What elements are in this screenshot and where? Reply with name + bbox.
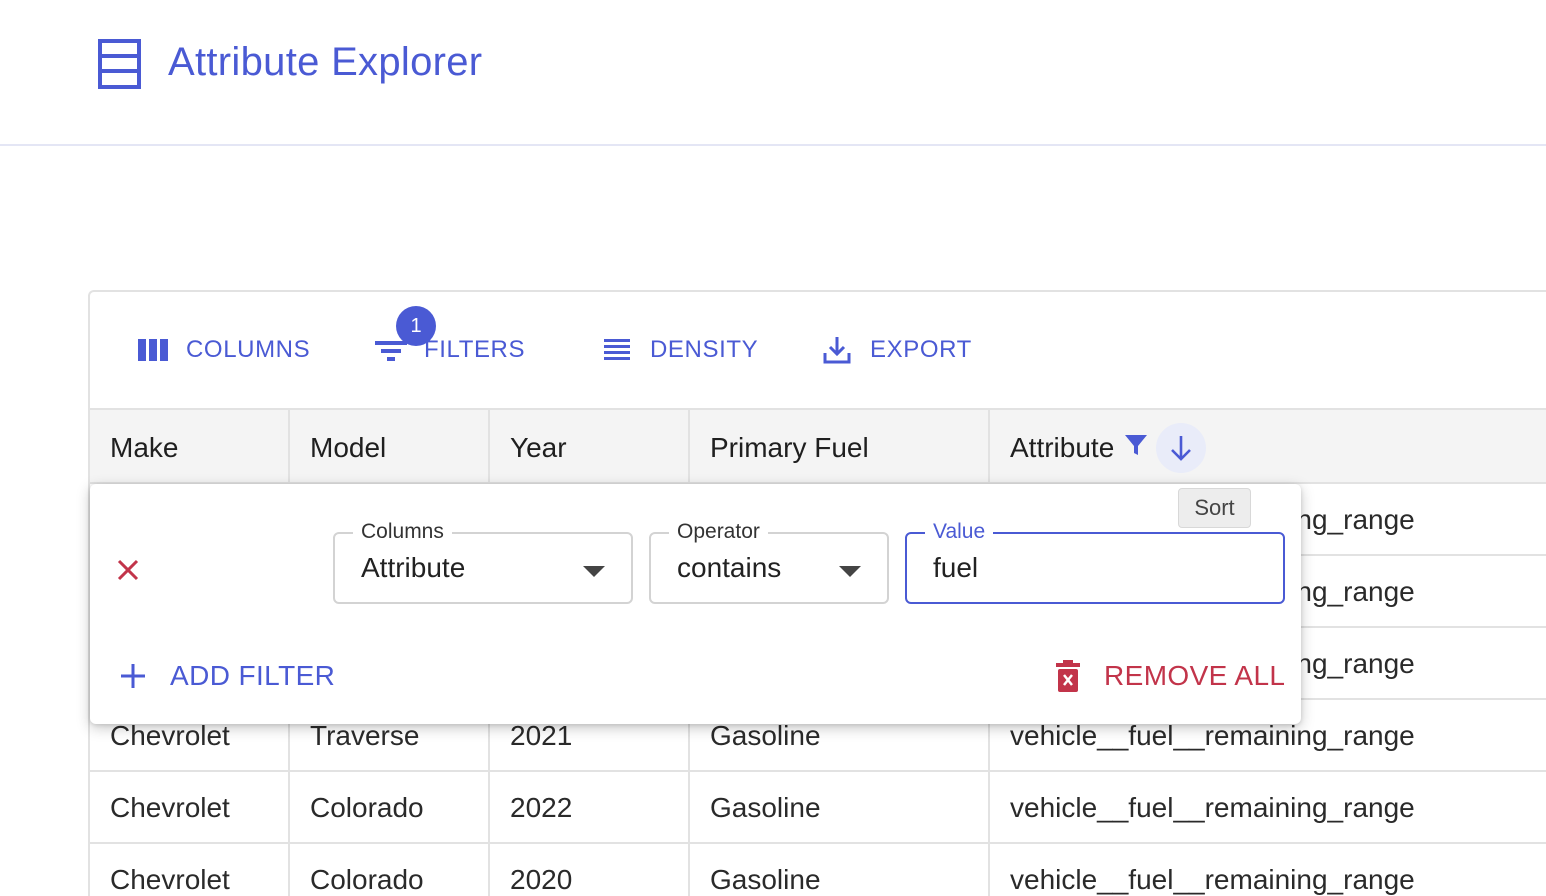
table-row[interactable]: Chevrolet Colorado 2020 Gasoline vehicle… bbox=[90, 844, 1546, 896]
columns-button[interactable]: COLUMNS bbox=[136, 332, 310, 368]
download-icon bbox=[820, 335, 854, 365]
column-header-attribute[interactable]: Attribute bbox=[990, 410, 1546, 486]
column-header-row: Make Model Year Primary Fuel Attribute bbox=[90, 408, 1546, 486]
cell-year: 2020 bbox=[490, 844, 690, 896]
columns-label: COLUMNS bbox=[186, 336, 311, 363]
value-input[interactable]: Value fuel bbox=[905, 518, 1285, 604]
cell-primary-fuel: Gasoline bbox=[690, 844, 990, 896]
columns-select-value: Attribute bbox=[361, 552, 466, 583]
filter-panel: Columns Attribute Operator contains Valu… bbox=[90, 484, 1301, 724]
column-header-label: Make bbox=[110, 432, 179, 463]
add-filter-button[interactable]: ADD FILTER bbox=[120, 658, 335, 694]
value-input-label: Value bbox=[925, 518, 994, 546]
cell-model: Colorado bbox=[290, 844, 490, 896]
operator-select-label: Operator bbox=[669, 518, 768, 546]
column-header-icons bbox=[1124, 423, 1207, 473]
filters-label: FILTERS bbox=[424, 336, 526, 363]
column-header-label: Year bbox=[510, 432, 567, 463]
filter-active-icon[interactable] bbox=[1124, 432, 1148, 464]
column-header-primary-fuel[interactable]: Primary Fuel bbox=[690, 410, 990, 486]
cell-make: Chevrolet bbox=[90, 844, 290, 896]
sort-button[interactable] bbox=[1156, 423, 1207, 473]
columns-icon bbox=[136, 335, 170, 365]
operator-select-value: contains bbox=[677, 552, 782, 583]
grid-toolbar: COLUMNS 1 FILTERS DENSITY EXPORT bbox=[90, 292, 1546, 408]
remove-all-button[interactable]: REMOVE ALL bbox=[1056, 658, 1285, 694]
column-header-make[interactable]: Make bbox=[90, 410, 290, 486]
delete-forever-icon bbox=[1056, 660, 1080, 692]
filters-count-badge: 1 bbox=[396, 306, 436, 346]
cell-attribute: vehicle__fuel__remaining_range bbox=[1010, 792, 1415, 823]
cell-make: Chevrolet bbox=[90, 772, 290, 844]
density-button[interactable]: DENSITY bbox=[600, 332, 758, 368]
column-header-year[interactable]: Year bbox=[490, 410, 690, 486]
page-title: Attribute Explorer bbox=[168, 40, 483, 84]
columns-select-label: Columns bbox=[353, 518, 452, 546]
sort-tooltip: Sort bbox=[1178, 488, 1251, 528]
cell-year: 2022 bbox=[490, 772, 690, 844]
table-row[interactable]: Chevrolet Colorado 2022 Gasoline vehicle… bbox=[90, 772, 1546, 844]
column-header-label: Attribute bbox=[1010, 432, 1115, 463]
column-header-label: Primary Fuel bbox=[710, 432, 869, 463]
remove-filter-button[interactable] bbox=[114, 556, 142, 584]
export-button[interactable]: EXPORT bbox=[820, 332, 972, 368]
columns-select[interactable]: Columns Attribute bbox=[333, 518, 633, 604]
close-icon bbox=[117, 559, 139, 581]
density-label: DENSITY bbox=[650, 336, 759, 363]
cell-model: Colorado bbox=[290, 772, 490, 844]
column-header-label: Model bbox=[310, 432, 387, 463]
column-header-model[interactable]: Model bbox=[290, 410, 490, 486]
add-filter-label: ADD FILTER bbox=[170, 660, 336, 691]
table-rows-icon bbox=[98, 39, 141, 89]
value-input-text: fuel bbox=[933, 552, 979, 583]
app-header: Attribute Explorer bbox=[0, 0, 1546, 146]
plus-icon bbox=[121, 664, 145, 688]
cell-attribute: vehicle__fuel__remaining_range bbox=[1010, 864, 1415, 895]
density-icon bbox=[600, 335, 634, 365]
cell-primary-fuel: Gasoline bbox=[690, 772, 990, 844]
export-label: EXPORT bbox=[870, 336, 972, 363]
filters-button[interactable]: FILTERS bbox=[374, 332, 525, 368]
dropdown-caret-icon bbox=[583, 566, 605, 577]
dropdown-caret-icon bbox=[839, 566, 861, 577]
remove-all-label: REMOVE ALL bbox=[1104, 660, 1286, 691]
arrow-down-icon bbox=[1171, 436, 1192, 461]
operator-select[interactable]: Operator contains bbox=[649, 518, 889, 604]
